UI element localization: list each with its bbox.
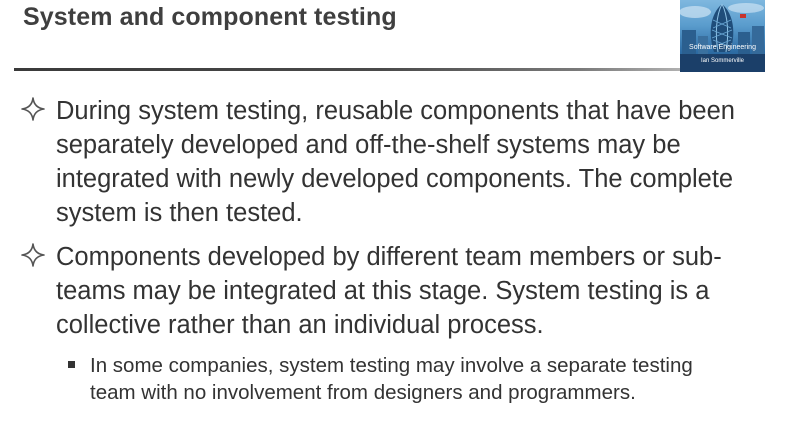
title-divider — [14, 68, 680, 71]
book-cover-image: Software Engineering Ian Sommerville — [680, 0, 765, 72]
bullet-item: During system testing, reusable componen… — [18, 94, 778, 230]
cover-author: Ian Sommerville — [700, 58, 744, 64]
square-bullet-icon — [68, 361, 75, 368]
bullet-item: Components developed by different team m… — [18, 240, 778, 342]
sub-bullet-item: In some companies, system testing may in… — [68, 352, 768, 434]
cover-title: Software Engineering — [689, 44, 756, 51]
sub-bullet-text: In some companies, system testing may in… — [90, 354, 693, 404]
four-point-star-icon — [21, 243, 45, 267]
bullet-text: During system testing, reusable componen… — [56, 97, 735, 227]
four-point-star-icon — [21, 97, 45, 121]
slide-title: System and component testing — [23, 3, 397, 31]
bullet-text: Components developed by different team m… — [56, 243, 722, 339]
